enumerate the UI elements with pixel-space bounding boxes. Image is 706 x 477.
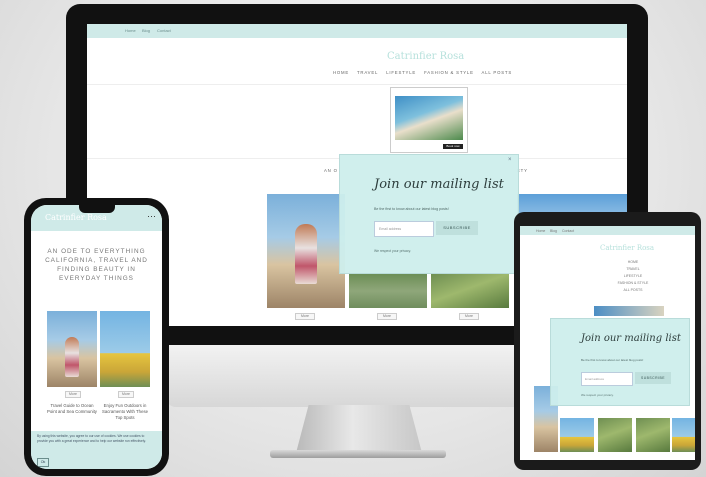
main-nav: HOME TRAVEL LIFESTYLE FASHION & STYLE AL… <box>333 70 512 75</box>
nav-travel[interactable]: TRAVEL <box>357 70 378 75</box>
email-placeholder: Email address <box>379 227 402 231</box>
phone-notch <box>79 205 115 213</box>
tablet-post-image-bridge-2[interactable] <box>672 418 695 452</box>
phone-post-title-2[interactable]: Enjoy Fun Outdoors in Sacramento With Th… <box>100 403 150 421</box>
tablet-top-bar: Home Blog Contact <box>520 226 695 235</box>
tablet-nav: HOME TRAVEL LIFESTYLE FASHION & STYLE AL… <box>608 259 658 294</box>
post-image-beach[interactable] <box>267 194 345 308</box>
site-logo[interactable]: Catrinfier Rosa <box>387 51 464 62</box>
topbar-link-contact[interactable]: Contact <box>157 28 171 33</box>
tablet-topbar-blog[interactable]: Blog <box>550 229 557 233</box>
ad-image <box>395 96 463 140</box>
nav-all-posts[interactable]: ALL POSTS <box>482 70 512 75</box>
phone-screen: Catrinfier Rosa ⋯ AN ODE TO EVERYTHING C… <box>31 205 162 469</box>
popup-privacy-note: We respect your privacy. <box>374 249 411 253</box>
tablet-post-image-green-2[interactable] <box>636 418 670 452</box>
post-more-button-3[interactable]: More <box>459 313 479 320</box>
ad-banner[interactable]: Book now <box>390 87 468 153</box>
nav-lifestyle[interactable]: LIFESTYLE <box>386 70 416 75</box>
tablet-nav-lifestyle[interactable]: LIFESTYLE <box>608 273 658 280</box>
tablet-nav-fashion[interactable]: FASHION & STYLE <box>608 280 658 287</box>
phone-post-more-2[interactable]: More <box>118 391 134 398</box>
person-figure <box>295 224 317 284</box>
tablet-topbar-contact[interactable]: Contact <box>562 229 574 233</box>
tablet-topbar-home[interactable]: Home <box>536 229 545 233</box>
tablet-email-placeholder: Email address <box>585 377 605 381</box>
cookie-ok-button[interactable]: Ok <box>37 458 49 467</box>
phone-logo[interactable]: Catrinfier Rosa <box>45 213 107 222</box>
imac-foot <box>270 450 446 458</box>
topbar-link-blog[interactable]: Blog <box>142 28 150 33</box>
tablet-nav-all-posts[interactable]: ALL POSTS <box>608 287 658 294</box>
tablet-nav-home[interactable]: HOME <box>608 259 658 266</box>
top-bar: Home Blog Contact <box>87 24 627 38</box>
tablet-ad[interactable] <box>594 306 664 316</box>
post-image-green[interactable] <box>431 274 509 308</box>
post-image-river[interactable] <box>349 274 427 308</box>
post-more-button-2[interactable]: More <box>377 313 397 320</box>
phone-person-figure <box>65 337 79 377</box>
tablet-post-image-bridge[interactable] <box>560 418 594 452</box>
phone-post-title-1[interactable]: Travel Guide to Ocean Point and Sea Comm… <box>47 403 97 415</box>
tagline-left: AN O <box>324 168 338 173</box>
topbar-link-home[interactable]: Home <box>125 28 136 33</box>
popup-email-field[interactable]: Email address <box>374 221 434 237</box>
tablet-logo[interactable]: Catrinfier Rosa <box>600 244 654 252</box>
tablet-newsletter-popup: Join our mailing list Be the first to kn… <box>550 318 690 406</box>
phone-tagline: AN ODE TO EVERYTHING CALIFORNIA, TRAVEL … <box>45 248 148 282</box>
cookie-banner: By using this website, you agree to our … <box>31 431 162 469</box>
phone-menu-icon[interactable]: ⋯ <box>147 211 156 222</box>
phone-post-image-beach[interactable] <box>47 311 97 387</box>
nav-fashion[interactable]: FASHION & STYLE <box>424 70 474 75</box>
tablet-privacy-note: We respect your privacy. <box>581 393 614 397</box>
tablet-nav-travel[interactable]: TRAVEL <box>608 266 658 273</box>
newsletter-popup: × Join our mailing list Be the first to … <box>339 154 519 274</box>
nav-home[interactable]: HOME <box>333 70 349 75</box>
tablet-subscribe-button[interactable]: SUBSCRIBE <box>635 372 671 384</box>
subscribe-button[interactable]: SUBSCRIBE <box>436 221 478 235</box>
tablet-email-field[interactable]: Email address <box>581 372 633 386</box>
tablet-popup-subtitle: Be the first to know about our latest bl… <box>581 358 644 362</box>
tablet-post-image-green[interactable] <box>598 418 632 452</box>
imac-chin <box>166 345 548 407</box>
popup-title: Join our mailing list <box>374 177 504 192</box>
tablet-popup-title: Join our mailing list <box>581 333 681 344</box>
ad-book-button[interactable]: Book now <box>443 144 463 149</box>
popup-subtitle: Be the first to know about our latest bl… <box>374 207 449 211</box>
phone-post-image-bridge[interactable] <box>100 311 150 387</box>
post-more-button-1[interactable]: More <box>295 313 315 320</box>
header-divider <box>87 84 627 85</box>
cookie-text: By using this website, you agree to our … <box>37 434 146 443</box>
popup-close-icon[interactable]: × <box>508 157 512 163</box>
phone-post-more-1[interactable]: More <box>65 391 81 398</box>
imac-stand <box>296 405 422 453</box>
